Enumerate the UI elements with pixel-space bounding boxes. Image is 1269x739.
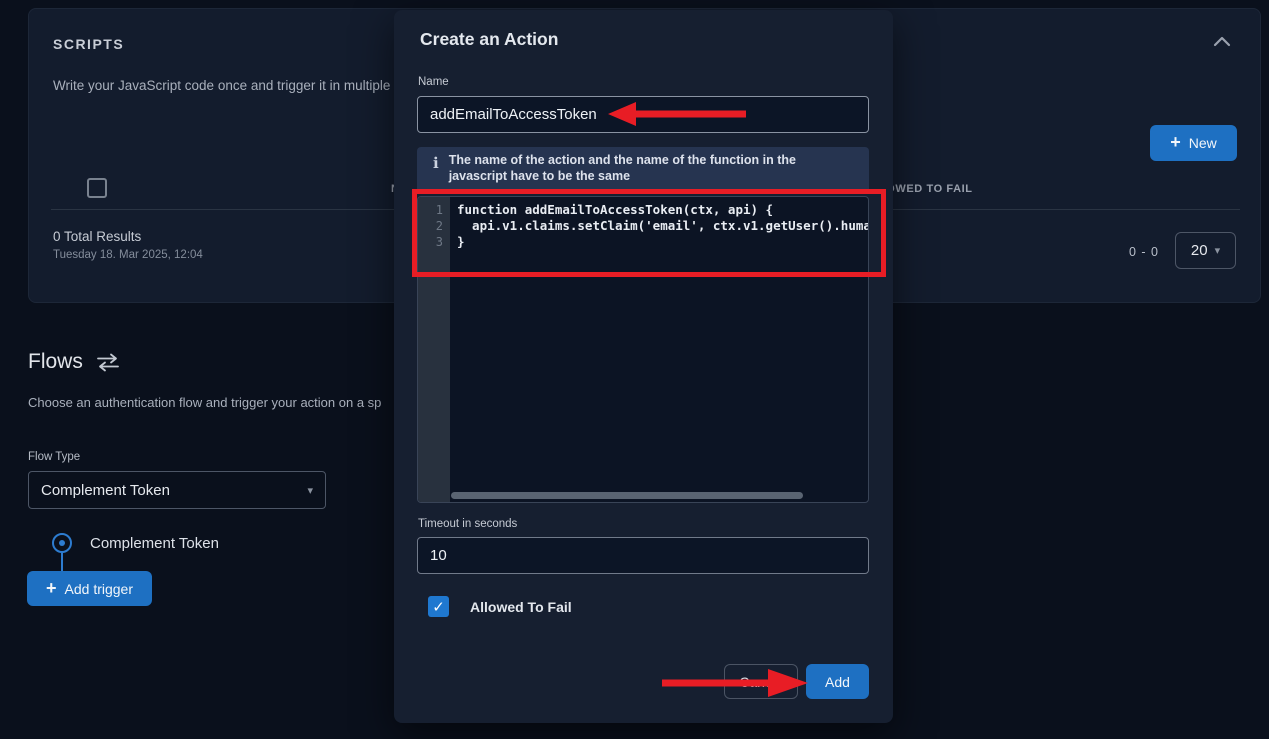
allowed-to-fail-label: Allowed To Fail (470, 599, 572, 615)
chevron-up-icon (1213, 36, 1231, 48)
check-icon: ✓ (432, 598, 445, 616)
results-timestamp: Tuesday 18. Mar 2025, 12:04 (53, 249, 203, 261)
flow-type-select[interactable]: Complement Token ▾ (28, 471, 326, 509)
flow-type-value: Complement Token (41, 482, 170, 499)
select-all-checkbox[interactable] (87, 178, 107, 198)
info-banner-text: The name of the action and the name of t… (449, 153, 849, 184)
code-line: } (457, 234, 868, 250)
cancel-button[interactable]: Cancel (724, 664, 798, 699)
allowed-to-fail-checkbox[interactable]: ✓ (428, 596, 449, 617)
modal-title: Create an Action (420, 29, 558, 50)
new-button[interactable]: + New (1150, 125, 1237, 161)
add-button[interactable]: Add (806, 664, 869, 699)
caret-down-icon: ▾ (307, 484, 313, 497)
plus-icon: + (46, 579, 57, 597)
editor-gutter: 1 2 3 (418, 197, 450, 502)
scripts-card-subtitle: Write your JavaScript code once and trig… (53, 78, 390, 93)
flows-title-text: Flows (28, 350, 83, 374)
screen: SCRIPTS Write your JavaScript code once … (0, 0, 1269, 739)
name-label: Name (418, 76, 449, 88)
page-size-dropdown[interactable]: 20 ▾ (1175, 232, 1236, 269)
info-icon: ℹ (433, 154, 439, 172)
code-line: api.v1.claims.setClaim('email', ctx.v1.g… (457, 218, 868, 234)
timeout-label: Timeout in seconds (418, 518, 517, 530)
code-editor[interactable]: 1 2 3 function addEmailToAccessToken(ctx… (417, 196, 869, 503)
info-banner: ℹ The name of the action and the name of… (417, 147, 869, 193)
action-name-input[interactable] (417, 96, 869, 133)
line-number: 2 (418, 218, 450, 234)
timeout-input[interactable] (417, 537, 869, 574)
page-size-value: 20 (1191, 242, 1208, 259)
swap-arrows-icon (95, 353, 121, 372)
editor-horizontal-scrollbar[interactable] (451, 492, 803, 499)
collapse-button[interactable] (1211, 33, 1233, 53)
new-button-label: New (1189, 135, 1217, 151)
add-trigger-label: Add trigger (65, 581, 133, 597)
line-number: 3 (418, 234, 450, 250)
create-action-modal: Create an Action Name ℹ The name of the … (394, 10, 893, 723)
scripts-card-title: SCRIPTS (53, 36, 124, 52)
flow-node-label: Complement Token (90, 535, 219, 552)
line-number: 1 (418, 202, 450, 218)
editor-code[interactable]: function addEmailToAccessToken(ctx, api)… (450, 197, 868, 250)
add-trigger-button[interactable]: + Add trigger (27, 571, 152, 606)
flow-type-label: Flow Type (28, 451, 80, 463)
code-line: function addEmailToAccessToken(ctx, api)… (457, 202, 868, 218)
flows-subtitle: Choose an authentication flow and trigge… (28, 395, 381, 410)
flows-section-title: Flows (28, 350, 121, 374)
plus-icon: + (1170, 133, 1181, 151)
caret-down-icon: ▾ (1215, 244, 1221, 257)
total-results: 0 Total Results (53, 229, 141, 244)
